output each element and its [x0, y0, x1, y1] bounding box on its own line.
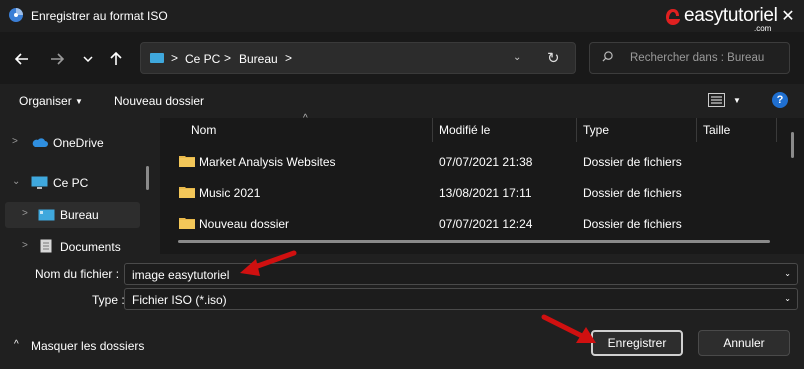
arrow-right-icon: [51, 53, 64, 65]
breadcrumb-separator: >: [224, 51, 232, 65]
easytutoriel-logo: easytutoriel .com: [665, 5, 778, 33]
view-options-icon[interactable]: [708, 93, 725, 107]
close-button[interactable]: ✕: [776, 3, 800, 29]
file-modified: 07/07/2021 21:38: [439, 155, 533, 169]
breadcrumb-bureau[interactable]: Bureau: [239, 52, 278, 66]
file-name: Music 2021: [199, 186, 261, 200]
file-type: Dossier de fichiers: [583, 186, 682, 200]
column-divider[interactable]: [576, 118, 577, 142]
organize-menu[interactable]: Organiser: [19, 94, 72, 108]
sidebar-scrollbar[interactable]: [146, 166, 149, 190]
sidebar-item-ce-pc[interactable]: ⌄ Ce PC: [0, 170, 138, 196]
pc-icon: [150, 53, 164, 63]
chevron-right-icon[interactable]: >: [22, 208, 28, 219]
file-modified: 07/07/2021 12:24: [439, 217, 533, 231]
sidebar-item-bureau[interactable]: > Bureau: [5, 202, 140, 228]
chevron-down-icon: [83, 56, 93, 62]
new-folder-button[interactable]: Nouveau dossier: [114, 94, 204, 108]
sidebar-item-documents[interactable]: > Documents: [0, 234, 138, 254]
file-type: Dossier de fichiers: [583, 155, 682, 169]
folder-icon: [179, 218, 195, 229]
hide-folders-button[interactable]: Masquer les dossiers: [31, 339, 144, 353]
chevron-up-icon[interactable]: ^: [14, 339, 19, 350]
annotation-arrow-icon: [240, 250, 297, 276]
column-divider[interactable]: [696, 118, 697, 142]
table-row[interactable]: Music 2021 13/08/2021 17:11 Dossier de f…: [175, 179, 769, 207]
breadcrumb-separator: >: [285, 51, 293, 65]
cloud-icon: [32, 138, 48, 147]
folder-icon: [179, 156, 195, 167]
recent-locations-button[interactable]: [76, 49, 100, 69]
search-input[interactable]: Rechercher dans : Bureau: [589, 42, 790, 74]
table-row[interactable]: Nouveau dossier 07/07/2021 12:24 Dossier…: [175, 210, 769, 238]
sidebar-item-label: Bureau: [60, 208, 99, 222]
filename-value: image easytutoriel: [132, 268, 230, 282]
computer-icon: [31, 176, 48, 189]
forward-button[interactable]: [45, 49, 69, 69]
column-header-name[interactable]: Nom: [191, 123, 216, 137]
arrow-left-icon: [15, 53, 28, 65]
chevron-down-icon[interactable]: ⌄: [784, 294, 791, 303]
desktop-icon: [38, 209, 55, 221]
folder-icon: [179, 187, 195, 198]
column-header-size[interactable]: Taille: [703, 123, 730, 137]
table-row[interactable]: Market Analysis Websites 07/07/2021 21:3…: [175, 148, 769, 176]
column-header-type[interactable]: Type: [583, 123, 609, 137]
vertical-scrollbar[interactable]: [791, 132, 794, 158]
column-divider[interactable]: [776, 118, 777, 142]
address-dropdown-icon[interactable]: ⌄: [513, 52, 521, 63]
file-type: Dossier de fichiers: [583, 217, 682, 231]
chevron-right-icon[interactable]: >: [12, 136, 18, 147]
file-modified: 13/08/2021 17:11: [439, 186, 532, 200]
file-name: Market Analysis Websites: [199, 155, 336, 169]
disc-app-icon: [9, 8, 23, 22]
help-icon[interactable]: ?: [772, 92, 788, 108]
sort-ascending-icon: ^: [303, 113, 308, 124]
file-type-select[interactable]: Fichier ISO (*.iso) ⌄: [124, 288, 798, 310]
filename-field[interactable]: image easytutoriel ⌄: [124, 263, 798, 285]
breadcrumb-separator: >: [171, 51, 179, 65]
save-button[interactable]: Enregistrer: [591, 330, 683, 356]
logo-e-icon: [666, 9, 680, 25]
arrow-up-icon: [110, 52, 122, 65]
back-button[interactable]: [10, 49, 34, 69]
horizontal-scrollbar[interactable]: [178, 240, 770, 243]
chevron-down-icon[interactable]: ⌄: [12, 176, 20, 187]
window-title: Enregistrer au format ISO: [31, 9, 168, 23]
chevron-right-icon[interactable]: >: [22, 240, 28, 251]
sidebar-item-label: OneDrive: [53, 136, 104, 150]
document-icon: [40, 239, 52, 253]
address-bar[interactable]: > Ce PC > Bureau > ⌄ ↻: [140, 42, 576, 74]
close-icon: ✕: [781, 8, 795, 25]
sidebar-item-label: Ce PC: [53, 176, 89, 190]
refresh-icon[interactable]: ↻: [547, 49, 560, 67]
sidebar-item-label: Documents: [60, 240, 121, 254]
column-divider[interactable]: [432, 118, 433, 142]
column-header-modified[interactable]: Modifié le: [439, 123, 490, 137]
search-placeholder: Rechercher dans : Bureau: [630, 52, 765, 64]
sidebar-item-onedrive[interactable]: > OneDrive: [0, 130, 138, 156]
file-name: Nouveau dossier: [199, 217, 290, 231]
file-type-value: Fichier ISO (*.iso): [132, 293, 227, 307]
filename-label: Nom du fichier :: [35, 267, 120, 281]
search-icon: [602, 51, 613, 62]
type-label: Type :: [92, 293, 125, 307]
breadcrumb-ce-pc[interactable]: Ce PC: [185, 52, 220, 66]
chevron-down-icon[interactable]: ⌄: [784, 269, 791, 278]
annotation-arrow-icon: [541, 314, 596, 343]
caret-down-icon: ▼: [75, 97, 83, 106]
cancel-button[interactable]: Annuler: [698, 330, 790, 356]
caret-down-icon[interactable]: ▼: [733, 96, 741, 105]
up-button[interactable]: [104, 49, 128, 69]
